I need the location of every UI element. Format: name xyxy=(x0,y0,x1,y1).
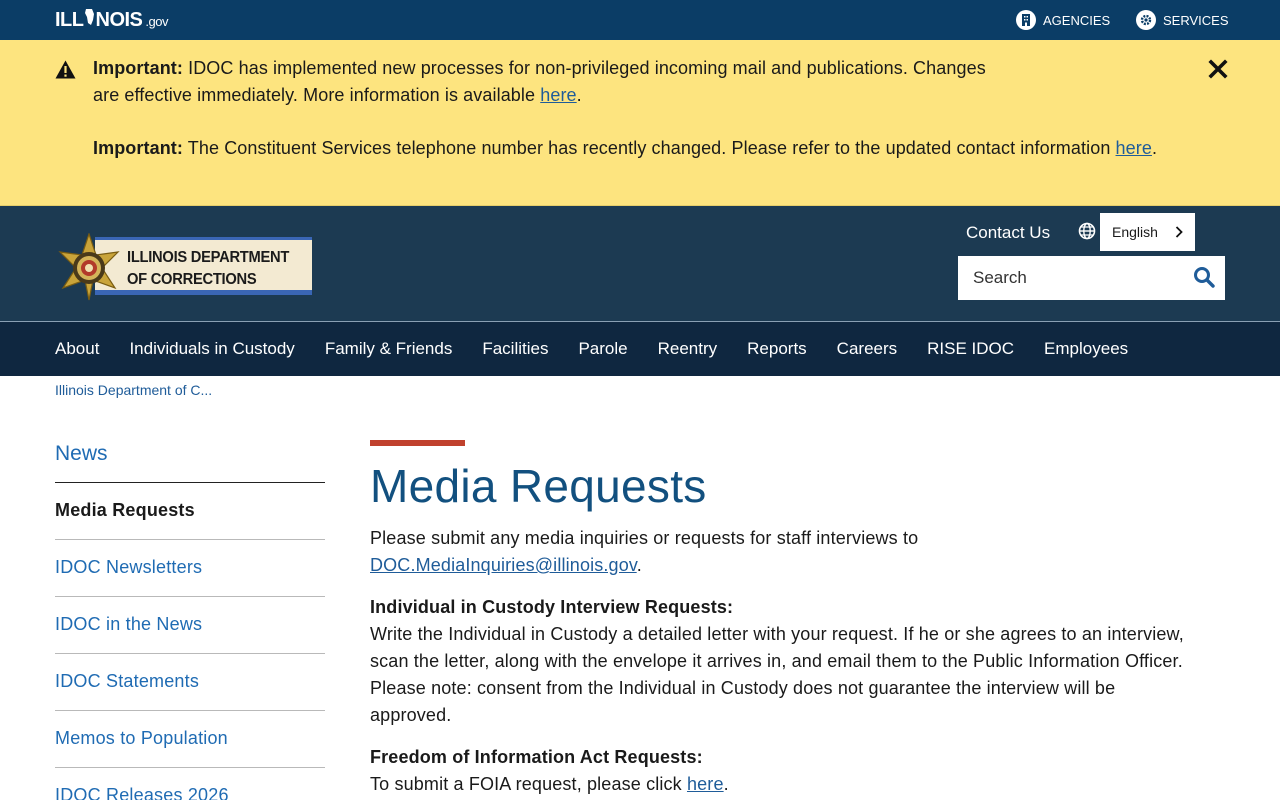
sidebar-heading-news[interactable]: News xyxy=(55,426,325,483)
building-icon xyxy=(1016,10,1036,30)
sidebar-item-media-requests[interactable]: Media Requests xyxy=(55,483,325,540)
search-icon[interactable] xyxy=(1193,266,1215,288)
site-header: ILLINOIS DEPARTMENT OF CORRECTIONS Conta… xyxy=(0,206,1280,321)
page-title: Media Requests xyxy=(370,460,707,512)
logo-text-start: ILL xyxy=(55,9,84,31)
chevron-right-icon xyxy=(1175,226,1183,238)
sidebar-item-idoc-releases-2026[interactable]: IDOC Releases 2026 xyxy=(55,768,325,800)
breadcrumb[interactable]: Illinois Department of C... xyxy=(55,382,212,398)
intro-paragraph: Please submit any media inquiries or req… xyxy=(370,525,1190,579)
alert-mail-link[interactable]: here xyxy=(540,85,576,105)
logo-text: ILLINOIS DEPARTMENT OF CORRECTIONS xyxy=(127,247,289,291)
nav-item-facilities[interactable]: Facilities xyxy=(482,339,548,359)
sheriff-star-icon xyxy=(58,233,120,301)
nav-item-individuals-in-custody[interactable]: Individuals in Custody xyxy=(129,339,294,359)
alert-banner: Important: IDOC has implemented new proc… xyxy=(0,40,1280,206)
nav-item-about[interactable]: About xyxy=(55,339,99,359)
top-bar: ILL NOIS .gov AGENCIES SERVICES xyxy=(0,0,1280,40)
foia-section: Freedom of Information Act Requests: To … xyxy=(370,744,1190,798)
alert-label: Important: xyxy=(93,58,183,78)
intro-text: Please submit any media inquiries or req… xyxy=(370,528,919,548)
alert-text-end: . xyxy=(1151,138,1158,158)
alert-text-end: . xyxy=(576,85,582,105)
foia-link[interactable]: here xyxy=(687,774,724,794)
foia-text: To submit a FOIA request, please click xyxy=(370,774,687,794)
idoc-logo[interactable]: ILLINOIS DEPARTMENT OF CORRECTIONS xyxy=(55,233,313,301)
contact-us-link[interactable]: Contact Us xyxy=(966,223,1050,243)
interview-section: Individual in Custody Interview Requests… xyxy=(370,594,1190,729)
logo-suffix: .gov xyxy=(145,14,168,29)
main-content: Media Requests Please submit any media i… xyxy=(370,440,1190,798)
sidebar-nav: News Media Requests IDOC Newsletters IDO… xyxy=(55,426,325,800)
foia-end: . xyxy=(723,774,729,794)
main-nav: About Individuals in Custody Family & Fr… xyxy=(0,321,1280,376)
agencies-link[interactable]: AGENCIES xyxy=(1016,10,1110,30)
alert-contact-link[interactable]: here xyxy=(1116,138,1152,158)
interview-text: Write the Individual in Custody a detail… xyxy=(370,624,1184,725)
services-link[interactable]: SERVICES xyxy=(1136,10,1229,30)
nav-item-reentry[interactable]: Reentry xyxy=(658,339,718,359)
search-box xyxy=(958,256,1225,300)
title-accent-bar xyxy=(370,440,465,446)
sidebar-item-memos-to-population[interactable]: Memos to Population xyxy=(55,711,325,768)
intro-end: . xyxy=(636,555,642,575)
language-selected: English xyxy=(1112,224,1158,240)
sidebar-item-idoc-statements[interactable]: IDOC Statements xyxy=(55,654,325,711)
logo-line-1: ILLINOIS DEPARTMENT xyxy=(127,249,290,266)
foia-heading: Freedom of Information Act Requests: xyxy=(370,747,703,767)
close-icon[interactable] xyxy=(1207,58,1229,80)
sidebar-item-idoc-newsletters[interactable]: IDOC Newsletters xyxy=(55,540,325,597)
warning-icon xyxy=(55,60,76,79)
logo-line-2: OF CORRECTIONS xyxy=(127,271,257,288)
alert-label: Important: xyxy=(93,138,183,158)
nav-item-employees[interactable]: Employees xyxy=(1044,339,1128,359)
logo-text-end: NOIS xyxy=(95,9,143,31)
interview-heading: Individual in Custody Interview Requests… xyxy=(370,597,734,617)
nav-item-careers[interactable]: Careers xyxy=(837,339,897,359)
nav-item-family-friends[interactable]: Family & Friends xyxy=(325,339,453,359)
media-email-link[interactable]: DOC.MediaInquiries@illinois.gov xyxy=(370,555,637,575)
nav-item-rise-idoc[interactable]: RISE IDOC xyxy=(927,339,1014,359)
services-label: SERVICES xyxy=(1163,12,1229,28)
alert-message-phone: Important: The Constituent Services tele… xyxy=(93,135,1233,162)
alert-text: The Constituent Services telephone numbe… xyxy=(183,138,1116,158)
nav-item-parole[interactable]: Parole xyxy=(578,339,627,359)
globe-icon xyxy=(1078,222,1096,240)
gear-icon xyxy=(1136,10,1156,30)
language-select[interactable]: English xyxy=(1100,213,1195,251)
search-input[interactable] xyxy=(958,256,1188,300)
illinois-gov-logo[interactable]: ILL NOIS .gov xyxy=(55,8,168,32)
nav-item-reports[interactable]: Reports xyxy=(747,339,807,359)
sidebar-item-idoc-in-the-news[interactable]: IDOC in the News xyxy=(55,597,325,654)
illinois-state-icon xyxy=(84,9,94,25)
agencies-label: AGENCIES xyxy=(1043,12,1111,28)
alert-message-mail: Important: IDOC has implemented new proc… xyxy=(93,55,993,109)
